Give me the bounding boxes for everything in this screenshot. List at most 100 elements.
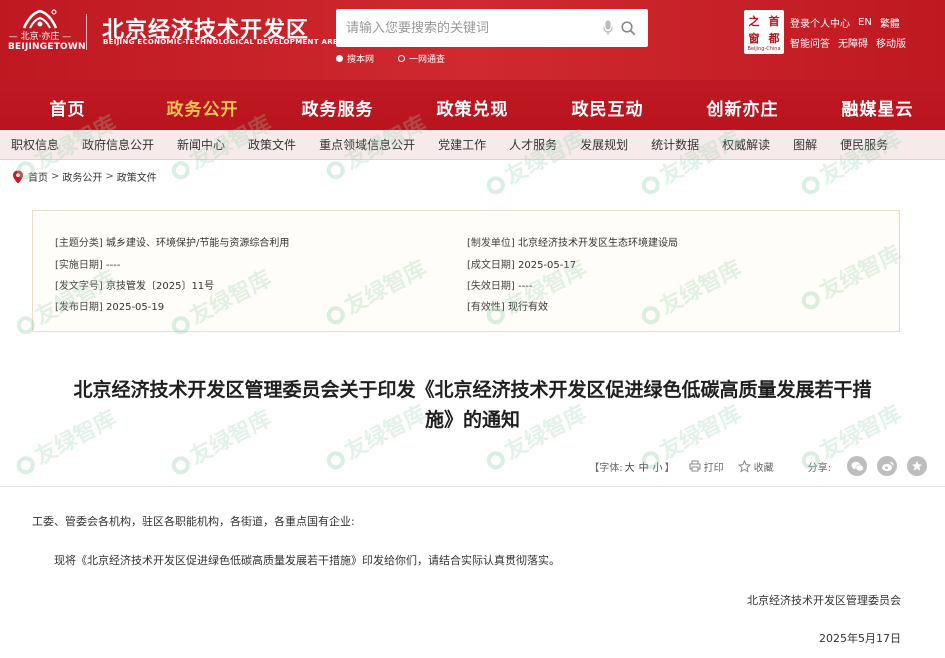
- font-label-close: 】: [664, 462, 675, 474]
- share-weibo-button[interactable]: [877, 456, 897, 476]
- main-nav: 首页 政务公开 政务服务 政策兑现 政民互动 创新亦庄 融媒星云: [0, 84, 945, 130]
- search-icon[interactable]: [618, 9, 638, 47]
- font-size-control: 【字体: 大中小】: [589, 459, 674, 474]
- info-key: [成文日期]: [467, 260, 515, 271]
- search-input[interactable]: [336, 9, 586, 47]
- radio-unselected-icon: [398, 55, 405, 62]
- breadcrumb-policy-documents[interactable]: 政策文件: [117, 169, 157, 184]
- capital-window-badge[interactable]: 之 首 窗 都 Beijing-China: [744, 10, 784, 54]
- nav-item-innovation[interactable]: 创新亦庄: [675, 84, 810, 130]
- weibo-icon: [881, 461, 894, 471]
- nav-item-policy[interactable]: 政策兑现: [405, 84, 540, 130]
- breadcrumb-home[interactable]: 首页: [28, 169, 48, 184]
- salutation-text: 工委、管委会各机构，驻区各职能机构，各街道，各重点国有企业:: [32, 515, 355, 528]
- logo-divider: [86, 14, 87, 50]
- scope-option-site[interactable]: 搜本网: [336, 52, 374, 65]
- info-written-date: [成文日期] 2025-05-17: [467, 256, 576, 271]
- breadcrumb: 首页 > 政务公开 > 政策文件: [12, 169, 157, 184]
- scope-label: 搜本网: [347, 55, 375, 65]
- info-expiry-date: [失效日期] ----: [467, 277, 532, 292]
- radio-selected-icon: [336, 55, 343, 62]
- print-label: 打印: [703, 462, 724, 474]
- login-link[interactable]: 登录个人中心: [790, 15, 850, 30]
- content-divider: [0, 486, 945, 487]
- info-implementation-date: [实施日期] ----: [55, 256, 120, 271]
- document-title-line: 施》的通知: [424, 409, 520, 431]
- logo-emblem-icon: [22, 9, 58, 29]
- site-header: — 北京·亦庄 — BEIJINGETOWN 北京经济技术开发区 BEIJING…: [0, 0, 945, 132]
- info-key: [失效日期]: [467, 281, 515, 292]
- sub-nav-item[interactable]: 职权信息: [11, 136, 82, 153]
- sub-nav-item[interactable]: 重点领域信息公开: [319, 136, 438, 153]
- info-key: [主题分类]: [55, 238, 103, 249]
- sub-nav-item[interactable]: 政策文件: [248, 136, 319, 153]
- badge-glyph: 窗: [748, 31, 760, 45]
- logo-en-text: BEIJINGETOWN: [8, 42, 86, 52]
- info-validity: [有效性] 现行有效: [467, 298, 548, 313]
- info-issuer: [制发单位] 北京经济技术开发区生态环境建设局: [467, 234, 678, 249]
- english-link[interactable]: EN: [858, 17, 872, 28]
- location-pin-icon: [13, 170, 23, 183]
- font-large-button[interactable]: 大: [625, 463, 635, 474]
- font-medium-button[interactable]: 中: [639, 463, 649, 474]
- document-info-box: [主题分类] 城乡建设、环境保护/节能与资源综合利用 [制发单位] 北京经济技术…: [32, 210, 900, 332]
- document-title-line: 北京经济技术开发区管理委员会关于印发《北京经济技术开发区促进绿色低碳高质量发展若…: [73, 379, 872, 401]
- font-small-button[interactable]: 小: [653, 463, 663, 474]
- search-box: [336, 9, 648, 47]
- info-category: [主题分类] 城乡建设、环境保护/节能与资源综合利用: [55, 234, 289, 249]
- sub-nav-item[interactable]: 新闻中心: [177, 136, 248, 153]
- info-key: [制发单位]: [467, 238, 515, 249]
- sub-nav-item[interactable]: 政府信息公开: [82, 136, 177, 153]
- nav-item-home[interactable]: 首页: [0, 84, 135, 130]
- favorite-label: 收藏: [753, 462, 774, 474]
- breadcrumb-government-affairs[interactable]: 政务公开: [62, 169, 102, 184]
- info-value: ----: [106, 260, 121, 271]
- wechat-icon: [851, 461, 864, 472]
- sub-nav-item[interactable]: 发展规划: [580, 136, 651, 153]
- sub-nav-item[interactable]: 便民服务: [840, 136, 911, 153]
- site-logo[interactable]: — 北京·亦庄 — BEIJINGETOWN: [8, 8, 86, 60]
- nav-item-interaction[interactable]: 政民互动: [540, 84, 675, 130]
- info-value: 北京经济技术开发区生态环境建设局: [518, 238, 678, 249]
- badge-caption: Beijing-China: [747, 46, 781, 52]
- nav-item-government-affairs[interactable]: 政务公开: [135, 84, 270, 130]
- body-paragraph: 现将《北京经济技术开发区促进绿色低碳高质量发展若干措施》印发给你们，请结合实际认…: [54, 554, 560, 567]
- nav-item-services[interactable]: 政务服务: [270, 84, 405, 130]
- scope-label: 一网通查: [409, 55, 446, 65]
- smart-qa-link[interactable]: 智能问答: [790, 35, 830, 50]
- breadcrumb-separator: >: [51, 171, 60, 182]
- favorite-button[interactable]: 收藏: [737, 459, 774, 474]
- info-key: [发文字号]: [55, 281, 103, 292]
- sub-nav-item[interactable]: 统计数据: [651, 136, 722, 153]
- document-title: 北京经济技术开发区管理委员会关于印发《北京经济技术开发区促进绿色低碳高质量发展若…: [0, 375, 945, 435]
- sub-nav-item[interactable]: 权威解读: [722, 136, 793, 153]
- share-qzone-button[interactable]: [907, 456, 927, 476]
- badge-glyph: 之: [748, 14, 760, 28]
- info-key: [有效性]: [467, 302, 505, 313]
- info-value: ----: [518, 281, 533, 292]
- microphone-icon[interactable]: [598, 9, 618, 47]
- signature-date: 2025年5月17日: [819, 632, 901, 645]
- info-value: 2025-05-19: [106, 302, 165, 313]
- sub-nav: 职权信息 政府信息公开 新闻中心 政策文件 重点领域信息公开 党建工作 人才服务…: [0, 130, 945, 160]
- signature-text: 北京经济技术开发区管理委员会: [747, 594, 901, 607]
- share-wechat-button[interactable]: [847, 456, 867, 476]
- star-icon: [737, 459, 751, 473]
- info-publish-date: [发布日期] 2025-05-19: [55, 298, 164, 313]
- article-toolbar: 【字体: 大中小】 打印 收藏 分享:: [589, 456, 927, 476]
- share-label: 分享:: [807, 462, 831, 474]
- font-label: 【字体:: [589, 462, 623, 474]
- breadcrumb-separator: >: [105, 171, 114, 182]
- info-key: [发布日期]: [55, 302, 103, 313]
- sub-nav-item[interactable]: 党建工作: [438, 136, 509, 153]
- scope-option-all[interactable]: 一网通查: [398, 52, 445, 65]
- traditional-chinese-link[interactable]: 繁體: [880, 15, 900, 30]
- print-button[interactable]: 打印: [689, 459, 724, 474]
- accessibility-link[interactable]: 无障碍: [838, 35, 868, 50]
- mobile-link[interactable]: 移动版: [876, 35, 906, 50]
- nav-item-media[interactable]: 融媒星云: [810, 84, 945, 130]
- sub-nav-item[interactable]: 人才服务: [509, 136, 580, 153]
- site-subtitle: BEIJING ECONOMIC-TECHNOLOGICAL DEVELOPME…: [103, 38, 344, 46]
- qzone-star-icon: [911, 460, 923, 471]
- sub-nav-item[interactable]: 图解: [793, 136, 840, 153]
